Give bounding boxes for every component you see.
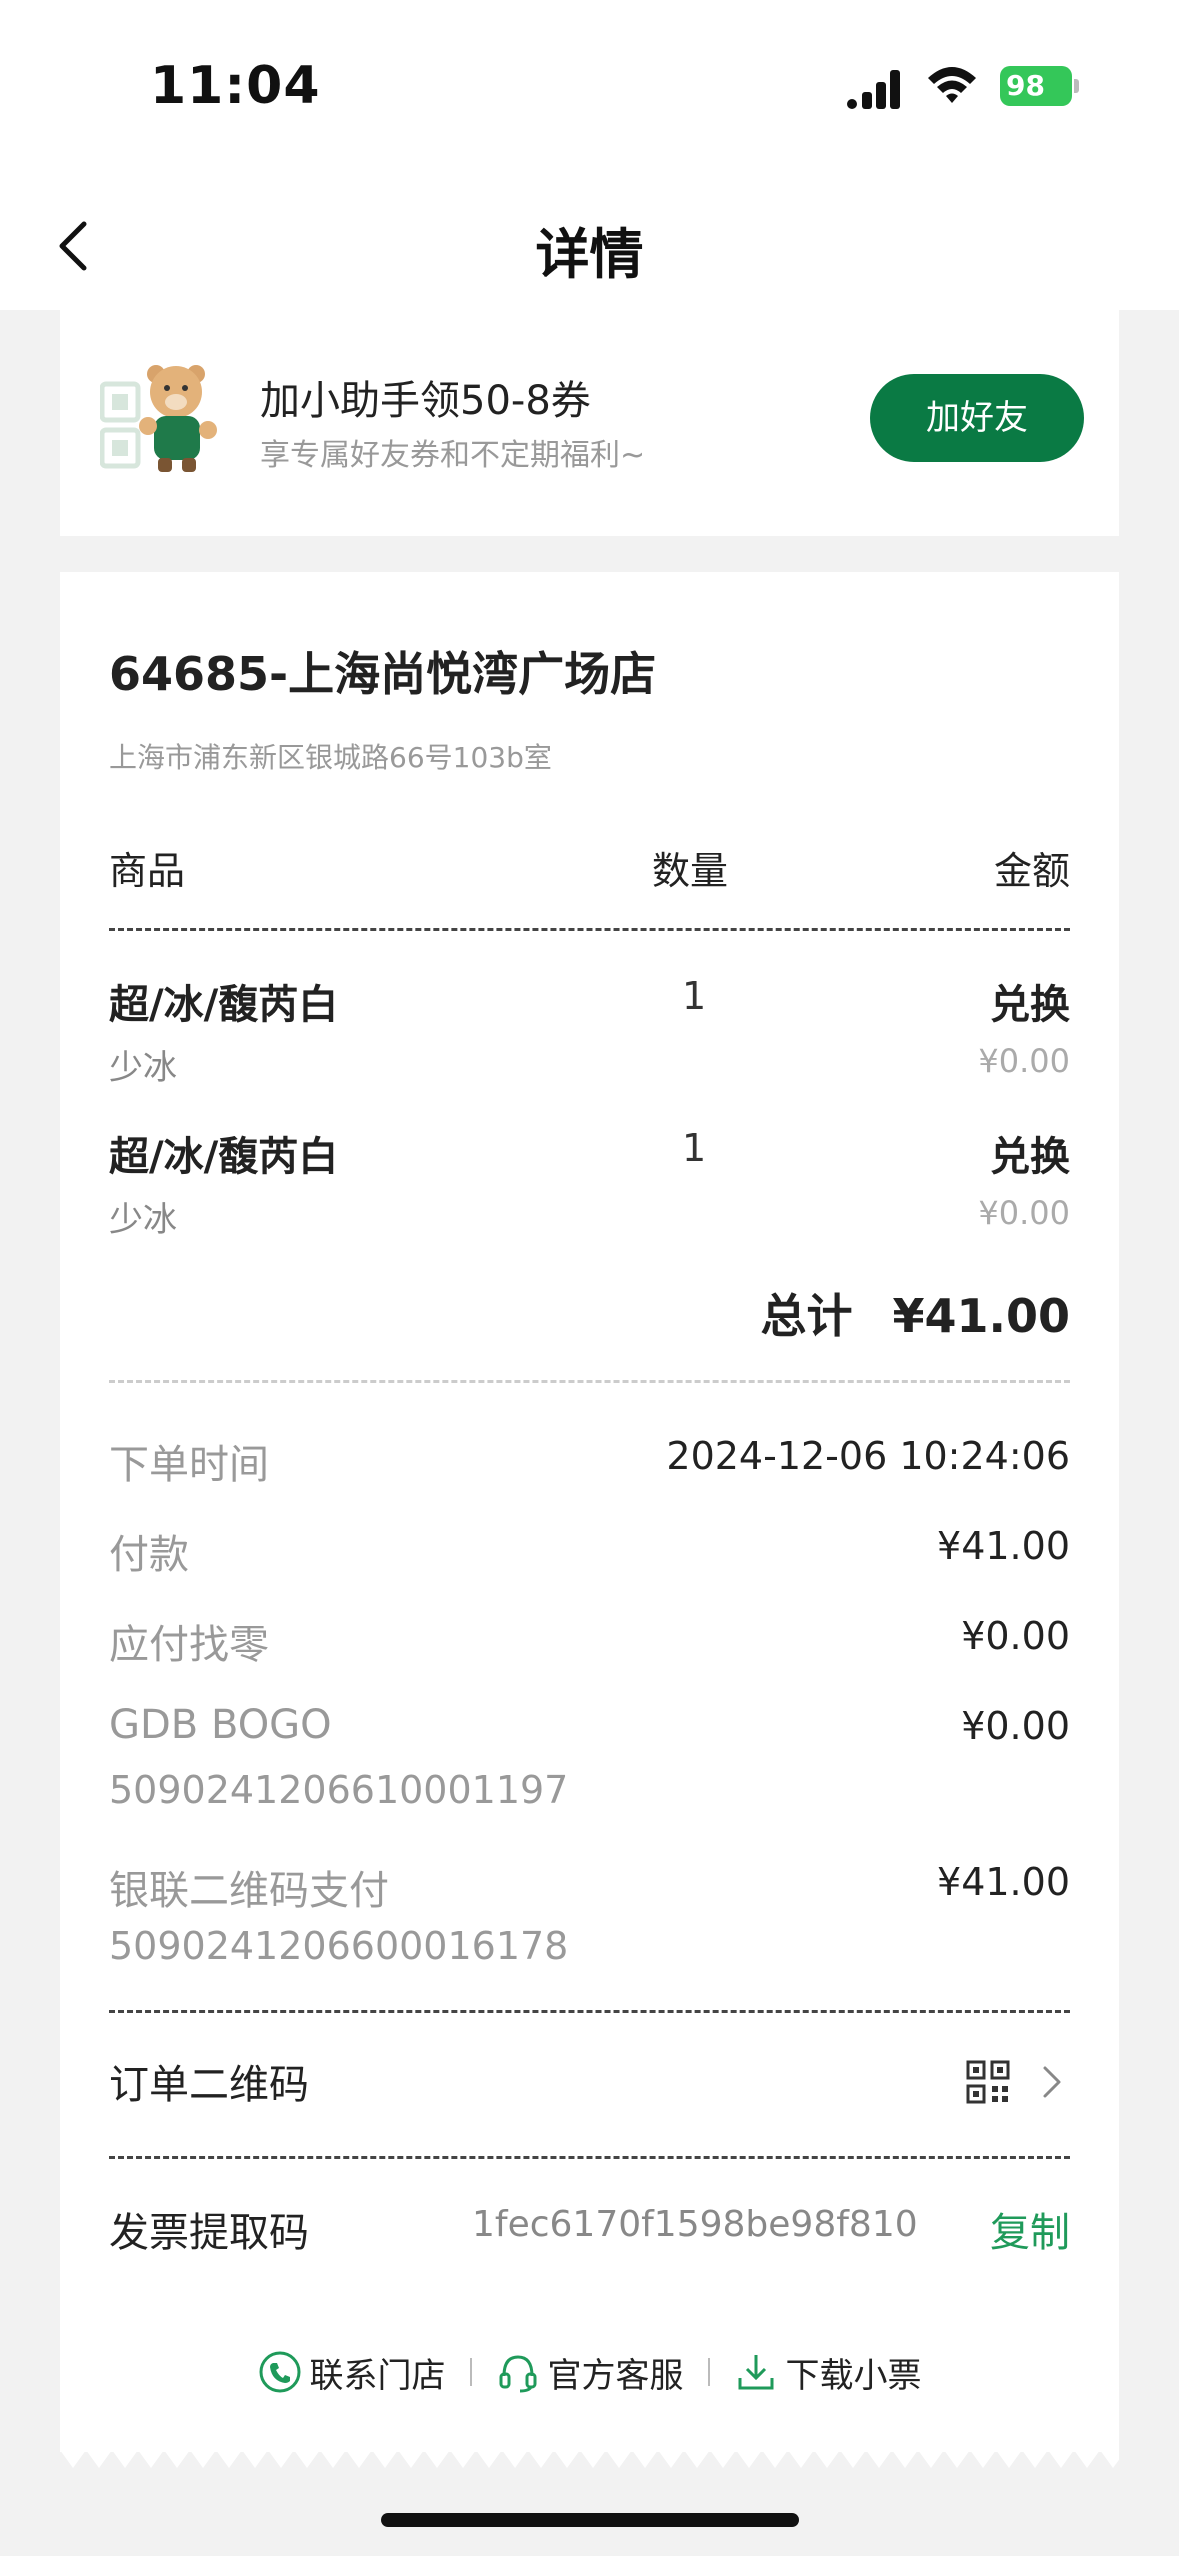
divider [109, 2156, 1070, 2159]
item-price-label: 兑换 [990, 1134, 1070, 1180]
order-time-label: 下单时间 [109, 1442, 269, 1488]
headset-icon [499, 2355, 536, 2393]
item-price-label: 兑换 [990, 982, 1070, 1028]
total-row: 总计 ¥41.00 [760, 1280, 1070, 1346]
store-name: 64685-上海尚悦湾广场店 [109, 647, 657, 701]
header-amount: 金额 [993, 849, 1070, 893]
download-receipt-label: 下载小票 [785, 2355, 922, 2396]
chevron-right-icon[interactable] [1040, 2064, 1064, 2100]
status-time: 11:04 [150, 56, 321, 116]
status-bar: 11:04 98 [0, 0, 1179, 180]
total-label: 总计 [760, 1289, 853, 1343]
battery-level: 98 [1000, 66, 1072, 106]
item-option: 少冰 [109, 1200, 177, 1240]
item-name: 超/冰/馥芮白 [109, 982, 339, 1028]
promo-label: GDB BOGO [109, 1702, 332, 1748]
qr-code-icon[interactable] [966, 2060, 1010, 2104]
customer-service-link[interactable]: 官方客服 [496, 2348, 684, 2397]
invoice-label: 发票提取码 [109, 2210, 309, 2256]
download-receipt-link[interactable]: 下载小票 [734, 2348, 922, 2397]
item-price: ¥0.00 [978, 1194, 1070, 1232]
battery-icon: 98 [1000, 66, 1080, 106]
change-value: ¥0.00 [961, 1614, 1070, 1658]
contact-store-link[interactable]: 联系门店 [258, 2348, 446, 2397]
cellular-signal-icon [847, 70, 900, 109]
nav-bar: 详情 [0, 180, 1179, 310]
divider [109, 2010, 1070, 2013]
unionpay-label: 银联二维码支付 [109, 1868, 389, 1914]
change-label: 应付找零 [109, 1622, 269, 1668]
total-value: ¥41.00 [892, 1289, 1070, 1343]
invoice-code: 1fec6170f1598be98f810 [472, 2204, 918, 2245]
footer-links: 联系门店 官方客服 下载小票 [60, 2342, 1119, 2402]
contact-store-label: 联系门店 [309, 2355, 446, 2396]
promo-title: 加小助手领50-8券 [260, 378, 591, 424]
bear-mascot-icon [100, 365, 217, 472]
store-address: 上海市浦东新区银城路66号103b室 [109, 741, 552, 774]
wifi-icon [928, 67, 976, 103]
divider [109, 928, 1070, 931]
unionpay-code: 5090241206600016178 [109, 1924, 569, 1968]
customer-service-label: 官方客服 [547, 2355, 684, 2396]
home-indicator [381, 2513, 799, 2527]
header-item: 商品 [109, 849, 186, 893]
add-friend-button[interactable]: 加好友 [870, 374, 1084, 462]
promo-subtitle: 享专属好友券和不定期福利~ [260, 438, 646, 473]
copy-button[interactable]: 复制 [990, 2200, 1070, 2258]
phone-icon [259, 2351, 300, 2393]
receipt-edge [60, 2450, 1119, 2468]
unionpay-value: ¥41.00 [937, 1860, 1070, 1904]
item-name: 超/冰/馥芮白 [109, 1134, 339, 1180]
item-option: 少冰 [109, 1048, 177, 1088]
header-qty: 数量 [652, 849, 729, 893]
download-icon [738, 2355, 773, 2390]
order-qr-label[interactable]: 订单二维码 [109, 2052, 309, 2110]
item-qty: 1 [682, 1126, 707, 1170]
receipt-card: 64685-上海尚悦湾广场店 上海市浦东新区银城路66号103b室 商品 数量 … [60, 572, 1119, 2468]
payment-label: 付款 [109, 1532, 189, 1578]
promo-code: 5090241206610001197 [109, 1768, 569, 1812]
page-title: 详情 [535, 223, 644, 286]
payment-value: ¥41.00 [937, 1524, 1070, 1568]
order-time-value: 2024-12-06 10:24:06 [666, 1434, 1070, 1478]
item-price: ¥0.00 [978, 1042, 1070, 1080]
divider [109, 1380, 1070, 1383]
promo-card: 加小助手领50-8券 享专属好友券和不定期福利~ 加好友 [60, 310, 1119, 536]
promo-value: ¥0.00 [961, 1704, 1070, 1748]
item-qty: 1 [682, 974, 707, 1018]
